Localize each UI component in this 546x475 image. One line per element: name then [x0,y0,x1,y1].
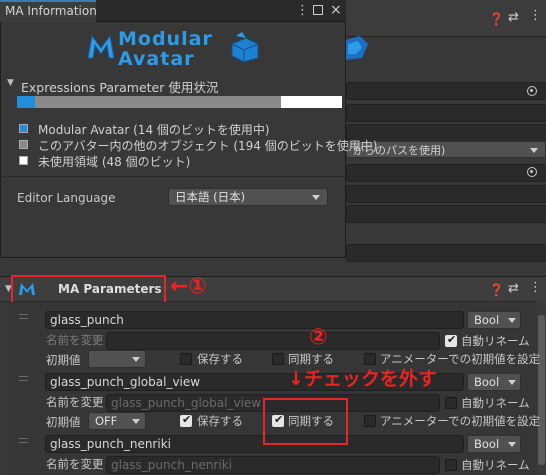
rename-label: 名前を変更 [46,333,104,347]
bg-field-5[interactable] [346,185,546,203]
modular-avatar-logo: Modular Avatar [86,26,266,74]
chevron-down-icon [132,419,140,424]
more-icon[interactable]: ⋮ [529,8,542,23]
default-value-label: 初期値 [46,353,81,367]
save-checkbox[interactable] [180,353,192,365]
parameter-name-value: glass_punch [50,313,124,327]
editor-language-value: 日本語 (日本) [175,190,246,204]
rename-field[interactable] [106,332,440,350]
legend-label: 未使用領域 (48 個のビット) [38,155,191,169]
parameter-entry: glass_punch Bool 名前を変更 自動リネーム 初期値 保存する 同… [0,307,540,369]
auto-rename-label: 自動リネーム [461,334,530,348]
maximize-icon[interactable] [313,5,323,15]
close-icon[interactable]: × [330,2,342,18]
usage-bar-other [35,96,281,108]
auto-rename-label: 自動リネーム [461,396,530,410]
legend-label: このアバター内の他のオブジェクト (194 個のビットを使用中) [38,139,378,153]
rename-value: glass_punch_nenriki [111,458,232,472]
usage-bar-unused [281,96,342,108]
drag-handle-icon[interactable] [19,376,28,381]
chevron-down-icon [508,318,516,323]
annotation-2-text: ↓チェックを外す [288,368,437,390]
logo-fragment-icon [346,36,368,60]
help-icon[interactable]: ❓ [489,12,504,26]
annotation-2-number: ② [309,325,328,350]
bg-field-4[interactable] [346,164,546,182]
legend-swatch [19,140,28,149]
usage-section-title[interactable]: Expressions Parameter 使用状況 [21,77,218,96]
chevron-down-icon [508,380,516,385]
presets-icon[interactable]: ⇄ [508,10,519,25]
logo-text-line2: Avatar [118,48,195,70]
legend-swatch [19,156,28,165]
annotation-box-2 [263,398,348,445]
rename-label: 名前を変更 [46,395,104,409]
default-value-label: 初期値 [46,415,81,429]
bg-dropdown-arrow-icon [530,148,538,153]
save-label: 保存する [197,414,243,428]
object-picker-icon-2[interactable] [527,167,537,177]
window-menu-icon[interactable]: ⋮ [296,3,309,18]
usage-bar-modular-avatar [17,96,35,108]
editor-language-dropdown[interactable]: 日本語 (日本) [168,188,328,206]
chevron-down-icon [508,442,516,447]
drag-handle-icon[interactable] [19,438,28,443]
parameter-type-value: Bool [474,375,500,389]
parameter-name-value: glass_punch_global_view [50,375,201,389]
foldout-arrow-icon[interactable]: ▼ [7,78,14,88]
usage-bar [17,96,342,109]
editor-language-label: Editor Language [17,191,116,205]
bg-field-1[interactable] [346,82,546,100]
chevron-down-icon [132,357,140,362]
component-help-icon[interactable]: ❓ [489,283,504,297]
divider [0,176,346,177]
bg-field-6[interactable] [346,205,546,223]
rename-value: glass_punch_global_view [111,396,262,410]
animator-default-checkbox[interactable] [364,415,376,427]
logo-m-icon [87,34,115,59]
legend-swatch [19,124,28,133]
save-label: 保存する [197,352,243,366]
rename-label: 名前を変更 [46,457,104,471]
logo-box-icon [231,32,259,63]
rename-field[interactable]: glass_punch_nenriki [106,456,440,474]
auto-rename-checkbox[interactable] [445,397,457,409]
scrollbar-thumb[interactable] [538,315,545,465]
chevron-down-icon [312,195,320,200]
component-presets-icon[interactable]: ⇄ [508,281,519,296]
object-picker-icon[interactable] [527,86,537,96]
legend-label: Modular Avatar (14 個のビットを使用中) [38,123,270,137]
window-tab[interactable]: MA Information [0,0,97,22]
parameter-type-value: Bool [474,313,500,327]
animator-default-label: アニメーターでの初期値を設定 [380,414,541,428]
component-menu-icon[interactable]: ⋮ [529,280,542,295]
logo-text-line1: Modular [118,28,213,50]
drag-handle-icon[interactable] [19,314,28,319]
bg-field-7[interactable] [346,244,546,262]
save-checkbox[interactable] [180,413,192,427]
parameter-name-value: glass_punch_nenriki [50,437,171,451]
bg-field-2[interactable] [346,104,546,122]
annotation-box-1 [11,275,166,304]
parameter-type-value: Bool [474,437,500,451]
window-tab-label: MA Information [5,4,97,18]
default-value: OFF [95,414,118,428]
parameter-name-field[interactable]: glass_punch [45,311,464,329]
parameter-name-field[interactable]: glass_punch_nenriki [45,435,464,453]
sync-checkbox[interactable] [272,353,284,365]
annotation-1: ←① [170,274,208,299]
auto-rename-checkbox[interactable] [445,459,457,471]
auto-rename-checkbox[interactable] [445,333,457,347]
auto-rename-label: 自動リネーム [461,458,530,472]
